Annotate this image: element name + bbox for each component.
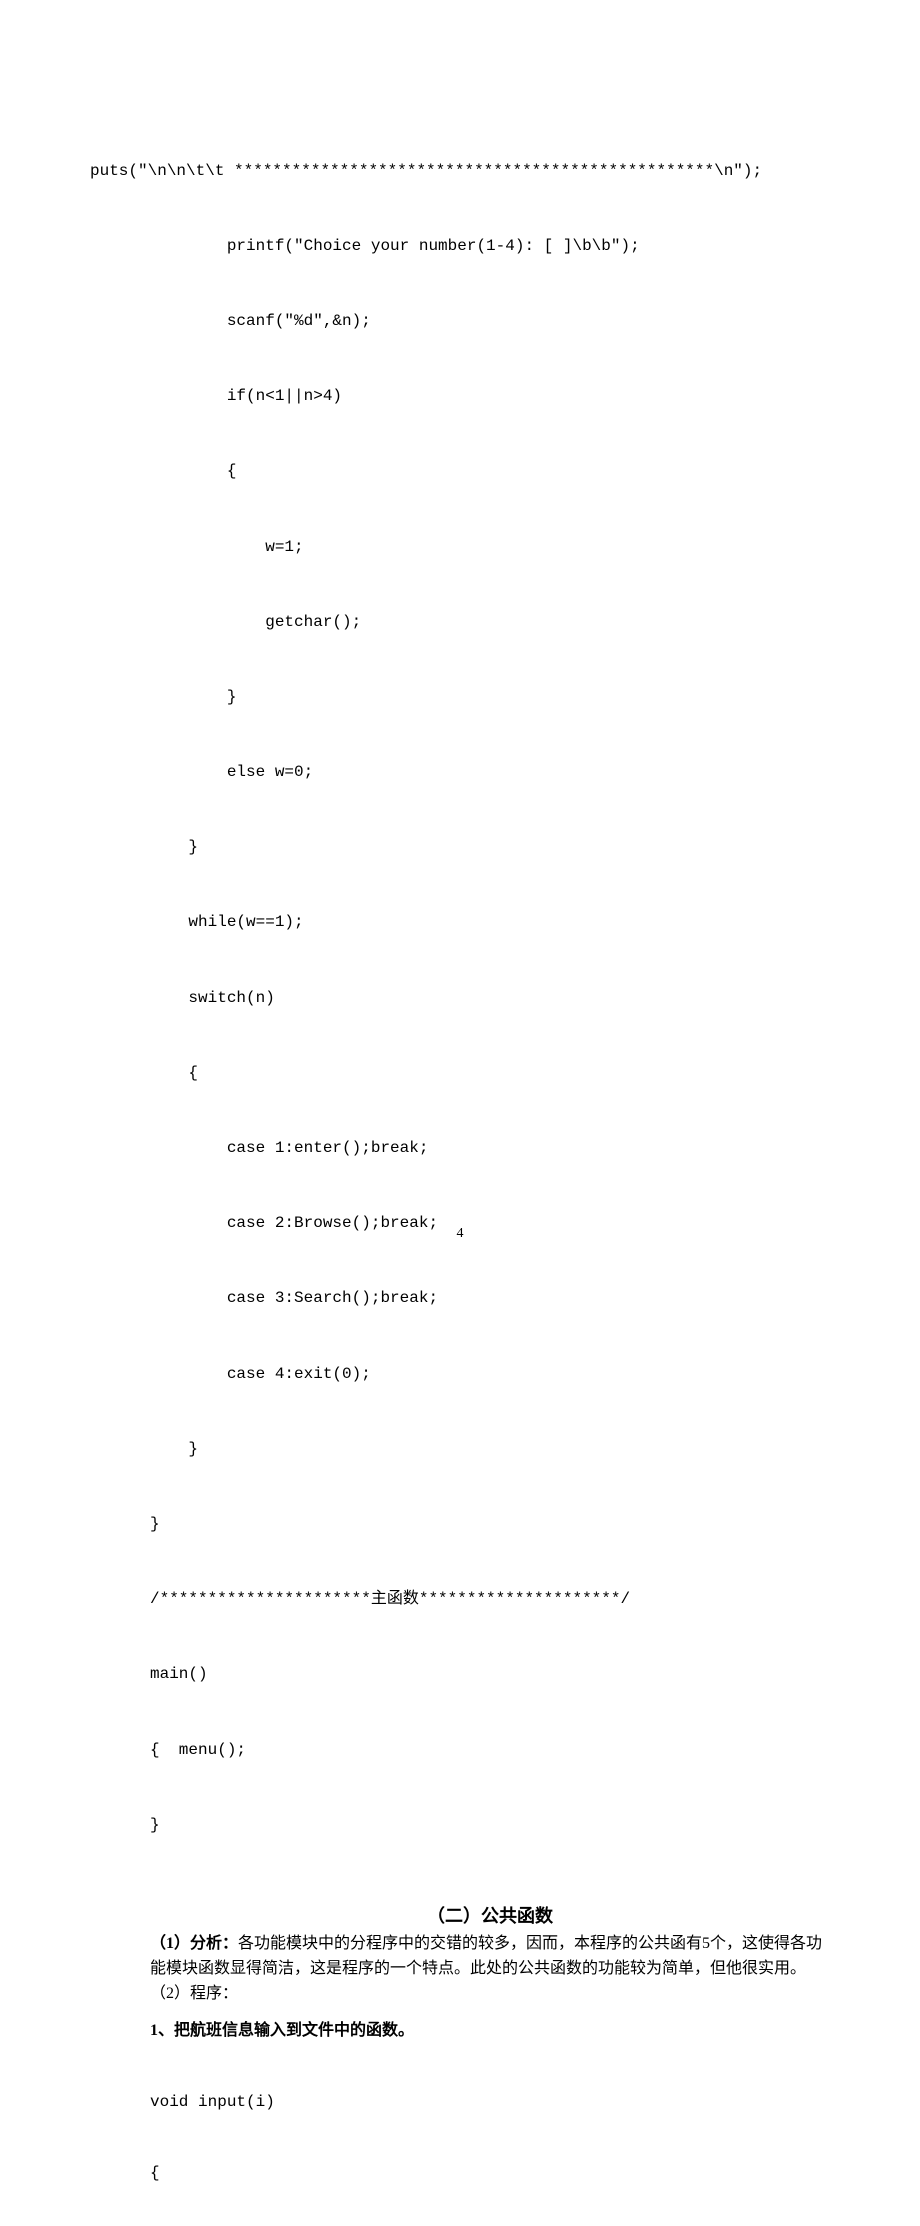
code-line: case 1:enter();break; xyxy=(150,1130,830,1168)
code-line: { xyxy=(150,2156,830,2191)
code-line: printf("Choice your number(1-4): [ ]\b\b… xyxy=(150,228,830,266)
analysis-text: 各功能模块中的分程序中的交错的较多，因而，本程序的公共函有5个，这使得各功能模块… xyxy=(150,1935,822,1977)
subsection-heading: 1、把航班信息输入到文件中的函数。 xyxy=(150,2016,830,2040)
code-line: /**********************主函数**************… xyxy=(150,1581,830,1619)
document-page: puts("\n\n\t\t *************************… xyxy=(0,0,920,1302)
code-line: if(n<1||n>4) xyxy=(150,378,830,416)
code-line: void input(i) xyxy=(150,2085,830,2120)
program-label: （2）程序： xyxy=(150,1982,830,2007)
code-line: while(w==1); xyxy=(150,904,830,942)
code-line: } xyxy=(150,829,830,867)
code-line: { menu(); xyxy=(150,1732,830,1770)
code-line: } xyxy=(150,1807,830,1845)
code-line: } xyxy=(150,1506,830,1544)
code-line: } xyxy=(150,679,830,717)
code-line: } xyxy=(150,1431,830,1469)
content-area: puts("\n\n\t\t *************************… xyxy=(150,115,830,2226)
analysis-paragraph: （1）分析：各功能模块中的分程序中的交错的较多，因而，本程序的公共函有5个，这使… xyxy=(150,1932,830,1982)
code-line: main() xyxy=(150,1656,830,1694)
code-line: getchar(); xyxy=(150,604,830,642)
section-heading: （二）公共函数 xyxy=(150,1902,830,1928)
code-line: switch(n) xyxy=(150,980,830,1018)
code-line: w=1; xyxy=(150,529,830,567)
analysis-label: （1）分析： xyxy=(150,1935,238,1952)
code-line: case 4:exit(0); xyxy=(150,1356,830,1394)
page-number: 4 xyxy=(0,1226,920,1242)
code-block-1: puts("\n\n\t\t *************************… xyxy=(150,115,830,1882)
code-line: { xyxy=(150,1055,830,1093)
code-line: { xyxy=(150,453,830,491)
code-line: puts("\n\n\t\t *************************… xyxy=(90,153,830,191)
code-block-2: void input(i) { xyxy=(150,2050,830,2226)
code-line: scanf("%d",&n); xyxy=(150,303,830,341)
code-line: else w=0; xyxy=(150,754,830,792)
code-line: case 3:Search();break; xyxy=(150,1280,830,1318)
